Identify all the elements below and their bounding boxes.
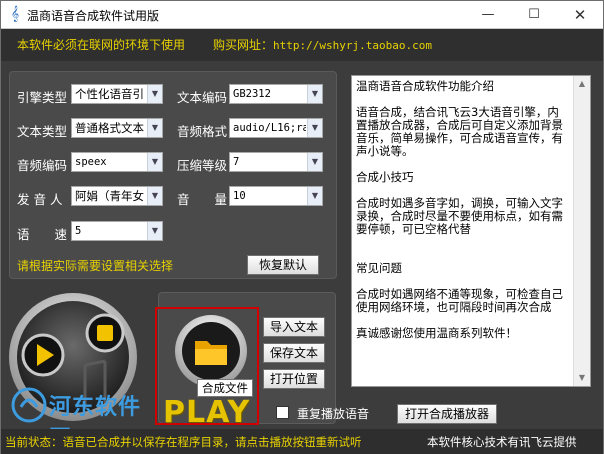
open-player-button[interactable]: 打开合成播放器 bbox=[397, 404, 497, 424]
scroll-up-icon[interactable]: ▲ bbox=[574, 76, 590, 92]
maximize-button[interactable]: ☐ bbox=[511, 1, 557, 29]
text-type-select[interactable]: 普通格式文本 ▼ bbox=[71, 118, 163, 138]
engine-type-label: 引擎类型 bbox=[17, 90, 68, 105]
window-title: 温商语音合成软件试用版 bbox=[27, 9, 160, 23]
speed-value: 5 bbox=[75, 225, 82, 237]
chevron-down-icon: ▼ bbox=[147, 85, 162, 103]
app-logo-icon: 𝄞 bbox=[10, 6, 20, 22]
buy-url-line: 购买网址：http://wshyrj.taobao.com bbox=[213, 36, 432, 53]
audio-format-label: 音频格式 bbox=[177, 124, 228, 139]
network-notice: 本软件必须在联网的环境下使用 bbox=[17, 38, 186, 52]
intro-paragraph: 合成时如遇网络不通等现象，可检查自己使用网络环境，也可隔段时间再次合成 bbox=[356, 287, 563, 314]
volume-label: 音 量 bbox=[177, 192, 228, 207]
reset-default-button[interactable]: 恢复默认 bbox=[247, 255, 319, 275]
speaker-value: 阿娟（青年女 bbox=[75, 189, 144, 203]
audio-format-select[interactable]: audio/L16;ra ▼ bbox=[229, 118, 323, 138]
speaker-label: 发 音 人 bbox=[17, 192, 63, 207]
audio-encoding-label: 音频编码 bbox=[17, 158, 68, 173]
speaker-select[interactable]: 阿娟（青年女 ▼ bbox=[71, 186, 163, 206]
intro-spacer bbox=[356, 236, 570, 249]
scroll-down-icon[interactable]: ▼ bbox=[574, 370, 590, 386]
chevron-down-icon: ▼ bbox=[147, 153, 162, 171]
status-text: 当前状态：语音已合成并以保存在程序目录，请点击播放按钮重新试听 bbox=[5, 435, 362, 449]
intro-paragraph: 温商语音合成软件功能介绍 bbox=[356, 79, 494, 93]
title-bar: 𝄞 温商语音合成软件试用版 — ☐ ✕ bbox=[1, 1, 603, 29]
engine-type-value: 个性化语音引 bbox=[75, 87, 144, 101]
chevron-down-icon: ▼ bbox=[307, 187, 322, 205]
text-encoding-label: 文本编码 bbox=[177, 90, 228, 105]
status-bar: 当前状态：语音已合成并以保存在程序目录，请点击播放按钮重新试听 本软件核心技术有… bbox=[1, 429, 603, 454]
close-button[interactable]: ✕ bbox=[557, 1, 603, 29]
text-encoding-value: GB2312 bbox=[233, 88, 271, 100]
chevron-down-icon: ▼ bbox=[307, 85, 322, 103]
text-type-label: 文本类型 bbox=[17, 124, 68, 139]
minimize-button[interactable]: — bbox=[465, 1, 511, 29]
text-type-value: 普通格式文本 bbox=[75, 121, 144, 135]
watermark: 河东软件园 bbox=[5, 385, 155, 452]
buy-url-link[interactable]: http://wshyrj.taobao.com bbox=[273, 39, 432, 52]
credits-text: 本软件核心技术有讯飞云提供 bbox=[427, 435, 577, 449]
repeat-play-checkbox[interactable] bbox=[276, 406, 289, 419]
intro-content: 温商语音合成软件功能介绍语音合成，结合讯飞云3大语音引擎，内置播放合成器，合成后… bbox=[356, 80, 570, 340]
save-text-button[interactable]: 保存文本 bbox=[263, 343, 325, 363]
speed-label: 语 速 bbox=[17, 227, 68, 242]
notice-bar: 本软件必须在联网的环境下使用 购买网址：http://wshyrj.taobao… bbox=[1, 29, 603, 61]
intro-paragraph: 语音合成，结合讯飞云3大语音引擎，内置播放合成器，合成后可自定义添加背景音乐，简… bbox=[356, 105, 563, 158]
chevron-down-icon: ▼ bbox=[307, 119, 322, 137]
speed-select[interactable]: 5 ▼ bbox=[71, 221, 163, 241]
volume-select[interactable]: 10 ▼ bbox=[229, 186, 323, 206]
intro-paragraph: 真诚感谢您使用温商系列软件！ bbox=[356, 326, 517, 340]
buy-url-label: 购买网址： bbox=[213, 38, 274, 52]
compression-value: 7 bbox=[233, 156, 240, 168]
import-text-button[interactable]: 导入文本 bbox=[263, 317, 325, 337]
engine-type-select[interactable]: 个性化语音引 ▼ bbox=[71, 84, 163, 104]
open-location-button[interactable]: 打开位置 bbox=[263, 369, 325, 389]
compression-label: 压缩等级 bbox=[177, 158, 228, 173]
audio-encoding-select[interactable]: speex ▼ bbox=[71, 152, 163, 172]
watermark-logo-icon bbox=[11, 387, 47, 423]
volume-value: 10 bbox=[233, 190, 246, 202]
chevron-down-icon: ▼ bbox=[147, 222, 162, 240]
play-logo-text: PLAY bbox=[163, 395, 251, 430]
intro-paragraph: 合成小技巧 bbox=[356, 170, 414, 184]
vertical-scrollbar[interactable]: ▲ ▼ bbox=[573, 76, 590, 386]
intro-paragraph: 常见问题 bbox=[356, 261, 402, 275]
settings-hint: 请根据实际需要设置相关选择 bbox=[17, 259, 174, 273]
audio-encoding-value: speex bbox=[75, 156, 107, 168]
repeat-play-label: 重复播放语音 bbox=[297, 407, 370, 421]
chevron-down-icon: ▼ bbox=[147, 187, 162, 205]
audio-format-value: audio/L16;ra bbox=[233, 122, 306, 134]
compression-select[interactable]: 7 ▼ bbox=[229, 152, 323, 172]
chevron-down-icon: ▼ bbox=[307, 153, 322, 171]
stop-icon bbox=[97, 325, 113, 341]
chevron-down-icon: ▼ bbox=[147, 119, 162, 137]
intro-paragraph: 合成时如遇多音字如，调换，可输入文字录换，合成时尽量不要使用标点，如有需要停顿，… bbox=[356, 196, 563, 236]
app-window: 𝄞 温商语音合成软件试用版 — ☐ ✕ 本软件必须在联网的环境下使用 购买网址：… bbox=[0, 0, 604, 454]
intro-textbox[interactable]: 温商语音合成软件功能介绍语音合成，结合讯飞云3大语音引擎，内置播放合成器，合成后… bbox=[351, 75, 591, 387]
text-encoding-select[interactable]: GB2312 ▼ bbox=[229, 84, 323, 104]
